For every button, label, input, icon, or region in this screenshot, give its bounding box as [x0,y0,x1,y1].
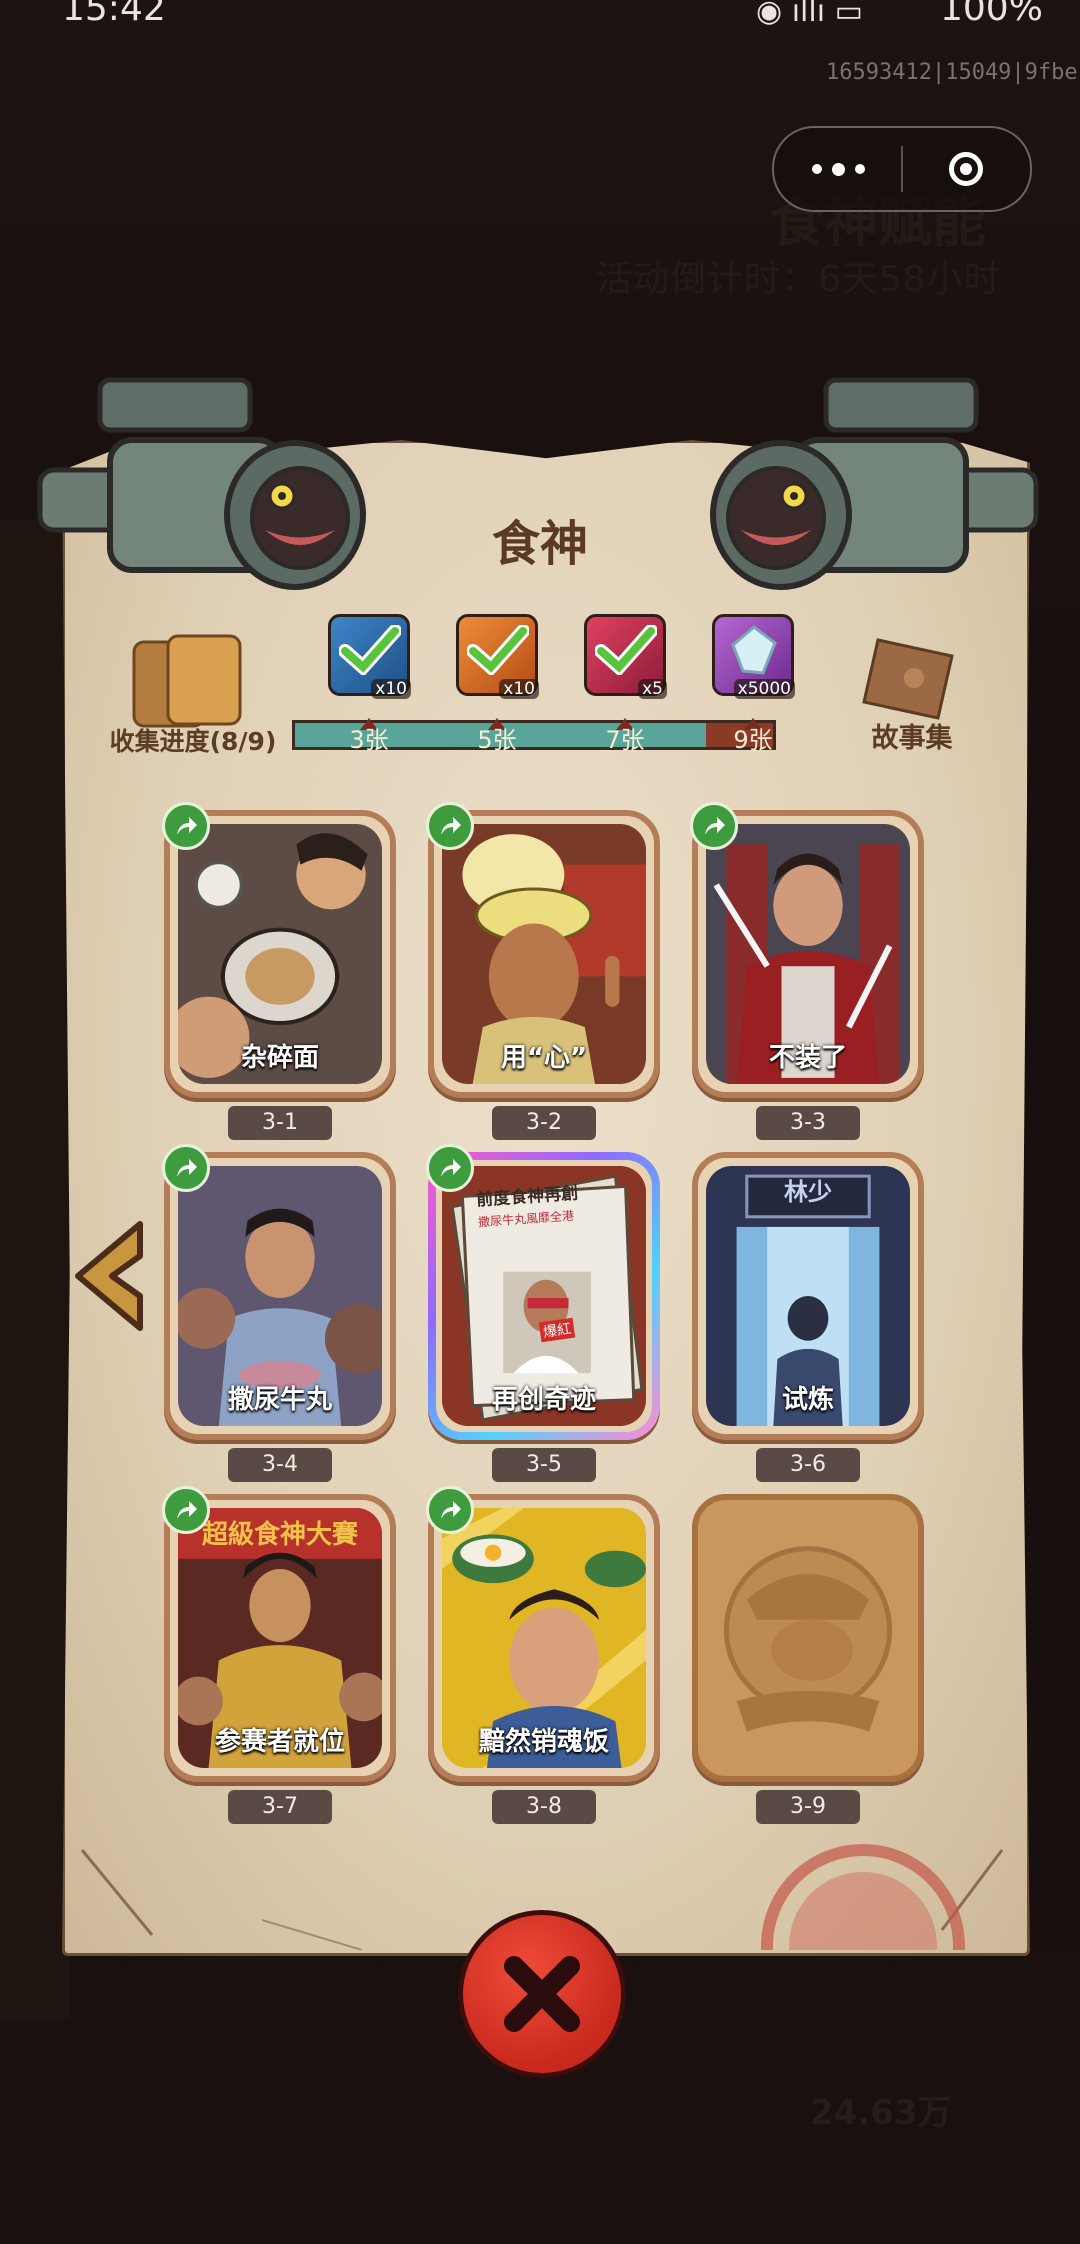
reward-qty: x5 [638,679,667,699]
card-title: 撒尿牛丸 [227,1385,332,1415]
card-stack-icon [132,634,242,728]
collection-progress-label: 收集进度(8/9) [109,727,277,756]
card-title: 试炼 [781,1385,834,1415]
reward-milestone-7[interactable]: x5 [584,614,667,699]
card-number: 3-8 [492,1790,596,1824]
share-arrow-icon [705,817,725,835]
share-arrow-icon [177,817,197,835]
camera-monster-left-icon [37,377,366,590]
card-number: 3-9 [756,1790,860,1824]
card-title: 用“心” [500,1043,588,1073]
locked-silhouette-icon [706,1508,910,1768]
share-button[interactable] [690,802,738,850]
card-title: 杂碎面 [240,1043,319,1073]
share-button[interactable] [426,1144,474,1192]
reward-qty: x10 [371,679,411,699]
milestone-label: 7张 [605,726,645,754]
story-card-3-1[interactable]: 杂碎面 3-1 [162,802,396,1140]
card-title: 不装了 [768,1043,847,1073]
milestone-label: 9张 [733,726,773,754]
reward-milestone-3[interactable]: x10 [328,614,411,699]
share-arrow-icon [177,1501,197,1519]
reward-qty: x5000 [733,679,795,699]
share-arrow-icon [441,1159,461,1177]
share-button[interactable] [426,1486,474,1534]
reward-milestone-9[interactable]: x5000 [712,614,795,699]
red-seal-stamp [748,1836,978,1950]
card-number: 3-1 [228,1106,332,1140]
card-number: 3-2 [492,1106,596,1140]
story-card-3-2[interactable]: 用“心” 3-2 [426,802,660,1140]
panel-title: 食神 [491,516,588,572]
check-icon [595,625,657,675]
card-number: 3-6 [756,1448,860,1482]
share-button[interactable] [426,802,474,850]
story-card-3-5[interactable]: 前度食神再創 撒尿牛丸風靡全港 爆紅 再创奇迹 3-5 [426,1144,660,1482]
card-number: 3-7 [228,1790,332,1824]
story-card-3-7[interactable]: 超級食神大賽 参赛者就位 3-7 [162,1486,396,1824]
check-icon [339,625,401,675]
close-panel-button[interactable] [458,1910,626,2078]
card-title: 黯然销魂饭 [478,1727,609,1757]
card-number: 3-5 [492,1448,596,1482]
milestone-label: 5张 [477,726,517,754]
miniprogram-capsule [772,126,1032,212]
story-card-3-6[interactable]: 林少 试炼 3-6 [692,1152,924,1482]
reward-qty: x10 [499,679,539,699]
share-arrow-icon [177,1159,197,1177]
dot-icon [831,162,845,176]
card-title: 参赛者就位 [214,1727,345,1757]
target-circle-icon [949,152,983,186]
door-sign: 林少 [784,1178,832,1206]
previous-chapter-arrow-icon[interactable] [70,1218,146,1334]
status-time: 15:42 [62,0,166,29]
status-battery: 100% [940,0,1043,29]
check-icon [467,625,529,675]
crystal-icon [731,625,777,675]
share-arrow-icon [441,1501,461,1519]
story-book-icon[interactable] [856,632,960,722]
more-menu-button[interactable] [774,128,902,210]
card-number: 3-4 [228,1448,332,1482]
exit-miniprogram-button[interactable] [902,128,1030,210]
build-id: 16593412|15049|9fbe [826,60,1078,85]
close-x-icon [504,1956,580,2032]
dot-icon [854,164,865,174]
share-button[interactable] [162,1486,210,1534]
story-card-3-3[interactable]: 不装了 3-3 [690,802,924,1140]
story-card-3-4[interactable]: 撒尿牛丸 3-4 [162,1144,396,1482]
camera-monster-right-icon [710,377,1039,590]
dot-icon [811,164,822,174]
share-arrow-icon [441,817,461,835]
signal-wifi-icon: ◉ ıllı ▭ [756,0,863,29]
story-card-3-9-locked[interactable]: 3-9 [692,1494,924,1824]
story-collection-label[interactable]: 故事集 [850,716,974,755]
share-button[interactable] [162,1144,210,1192]
story-card-3-8[interactable]: 黯然销魂饭 3-8 [426,1486,660,1824]
share-button[interactable] [162,802,210,850]
reward-milestone-5[interactable]: x10 [456,614,539,699]
milestone-label: 3张 [349,726,389,754]
card-number: 3-3 [756,1106,860,1140]
card-title: 再创奇迹 [491,1385,596,1415]
